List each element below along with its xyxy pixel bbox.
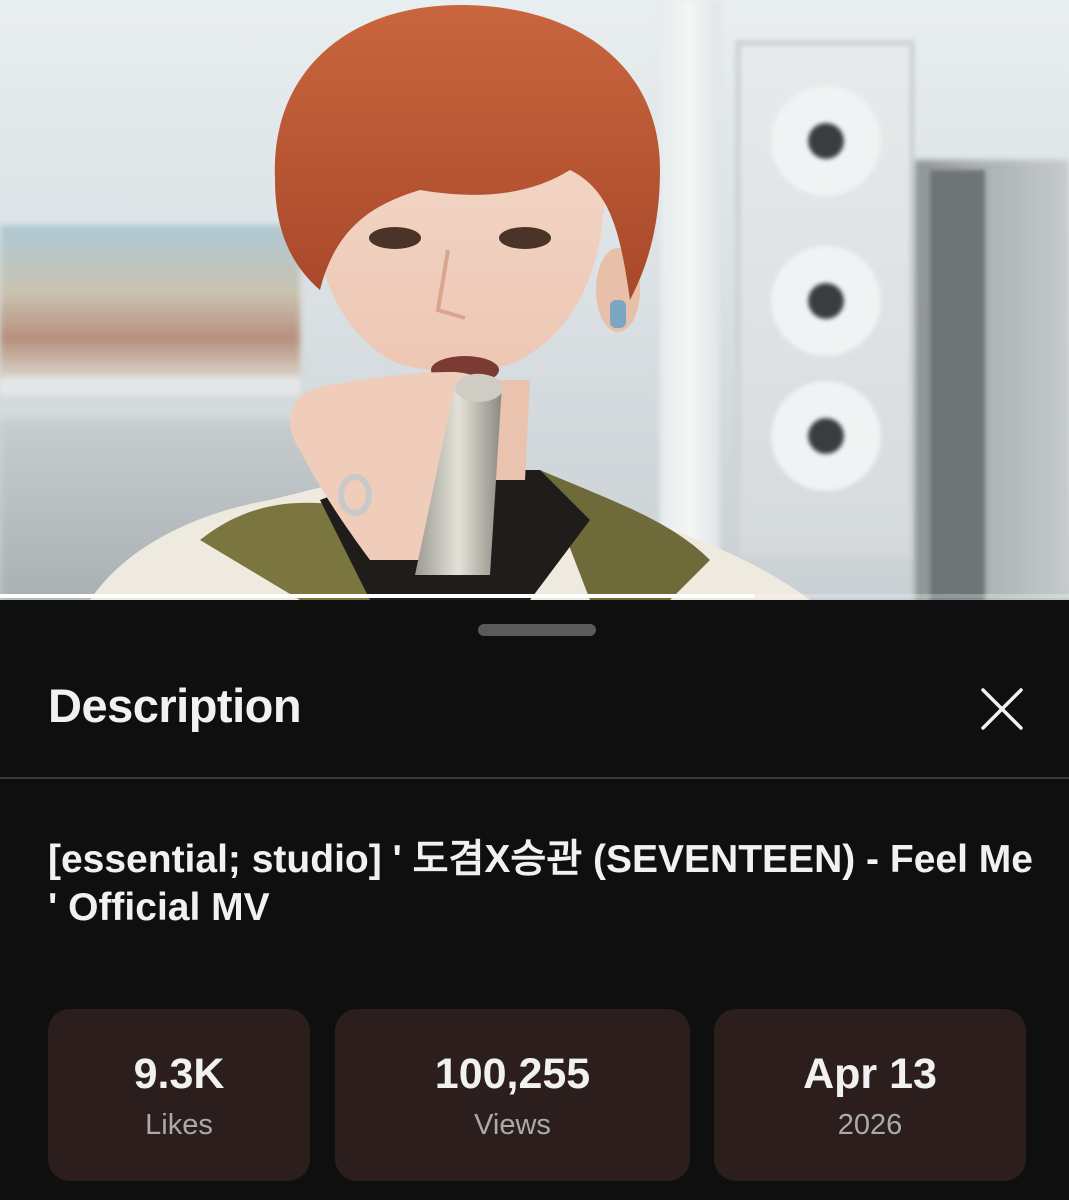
close-button[interactable] (975, 682, 1029, 736)
stat-label: Likes (145, 1108, 213, 1141)
stat-value: Apr 13 (803, 1049, 937, 1098)
description-sheet: Description [essential; studio] ' 도겸X승관 … (0, 600, 1069, 1200)
stat-card-date: Apr 13 2026 (714, 1009, 1026, 1181)
stat-card-views: 100,255 Views (335, 1009, 690, 1181)
video-progress-bar[interactable] (0, 594, 1069, 598)
sheet-title: Description (48, 679, 302, 732)
video-frame-singer (90, 5, 810, 600)
video-title: [essential; studio] ' 도겸X승관 (SEVENTEEN) … (48, 838, 1033, 929)
page: Description [essential; studio] ' 도겸X승관 … (0, 0, 1069, 1200)
stats-row: 9.3K Likes 100,255 Views Apr 13 2026 (48, 1009, 1026, 1181)
divider (0, 777, 1069, 779)
close-icon (981, 688, 1023, 730)
stat-label: Views (474, 1108, 551, 1141)
video-progress-fill (0, 594, 754, 598)
drag-handle[interactable] (478, 624, 596, 636)
stat-value: 9.3K (133, 1049, 225, 1098)
video-player[interactable] (0, 0, 1069, 600)
stat-value: 100,255 (434, 1049, 591, 1098)
stat-card-likes: 9.3K Likes (48, 1009, 310, 1181)
stat-label: 2026 (837, 1108, 903, 1141)
